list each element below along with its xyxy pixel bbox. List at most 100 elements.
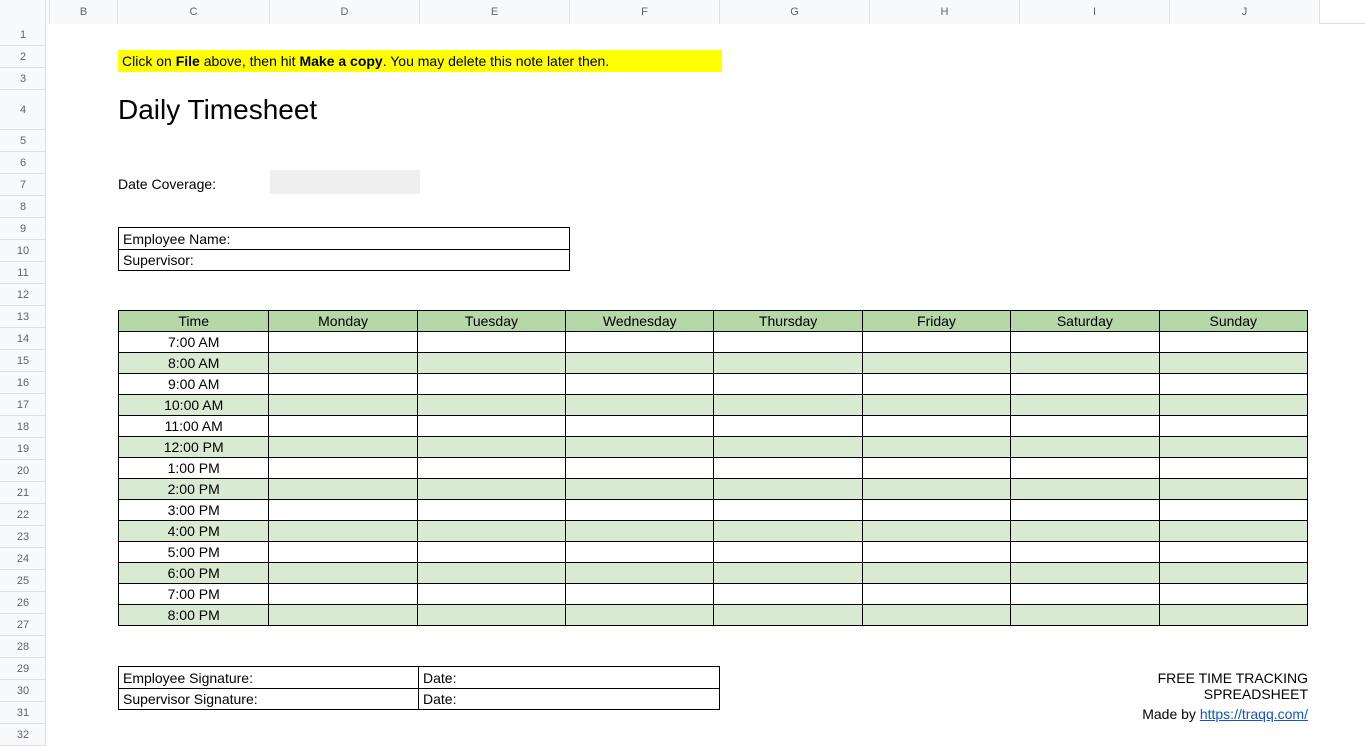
entry-cell[interactable] <box>269 542 417 563</box>
col-header-g[interactable]: G <box>720 0 870 24</box>
entry-cell[interactable] <box>1159 479 1307 500</box>
entry-cell[interactable] <box>269 521 417 542</box>
row-header-15[interactable]: 15 <box>0 350 46 372</box>
entry-cell[interactable] <box>1159 500 1307 521</box>
employee-name-row[interactable]: Employee Name: <box>119 228 569 249</box>
time-cell[interactable]: 6:00 PM <box>119 563 269 584</box>
entry-cell[interactable] <box>714 437 862 458</box>
employee-signature-label[interactable]: Employee Signature: <box>119 667 419 688</box>
entry-cell[interactable] <box>417 563 565 584</box>
entry-cell[interactable] <box>862 353 1010 374</box>
row-header-2[interactable]: 2 <box>0 46 46 68</box>
entry-cell[interactable] <box>417 374 565 395</box>
time-cell[interactable]: 7:00 AM <box>119 332 269 353</box>
entry-cell[interactable] <box>566 542 714 563</box>
entry-cell[interactable] <box>862 458 1010 479</box>
row-header-26[interactable]: 26 <box>0 592 46 614</box>
entry-cell[interactable] <box>269 500 417 521</box>
entry-cell[interactable] <box>566 605 714 626</box>
row-header-14[interactable]: 14 <box>0 328 46 350</box>
entry-cell[interactable] <box>1159 458 1307 479</box>
entry-cell[interactable] <box>714 521 862 542</box>
ts-header-sunday[interactable]: Sunday <box>1159 311 1307 332</box>
entry-cell[interactable] <box>417 353 565 374</box>
entry-cell[interactable] <box>417 521 565 542</box>
entry-cell[interactable] <box>269 479 417 500</box>
entry-cell[interactable] <box>862 500 1010 521</box>
entry-cell[interactable] <box>566 479 714 500</box>
entry-cell[interactable] <box>1011 437 1159 458</box>
time-cell[interactable]: 8:00 PM <box>119 605 269 626</box>
entry-cell[interactable] <box>269 416 417 437</box>
ts-header-saturday[interactable]: Saturday <box>1011 311 1159 332</box>
entry-cell[interactable] <box>269 353 417 374</box>
row-header-5[interactable]: 5 <box>0 130 46 152</box>
time-cell[interactable]: 2:00 PM <box>119 479 269 500</box>
row-header-29[interactable]: 29 <box>0 658 46 680</box>
entry-cell[interactable] <box>1159 395 1307 416</box>
row-header-19[interactable]: 19 <box>0 438 46 460</box>
entry-cell[interactable] <box>1159 332 1307 353</box>
entry-cell[interactable] <box>417 437 565 458</box>
row-header-24[interactable]: 24 <box>0 548 46 570</box>
footer-link[interactable]: https://traqq.com/ <box>1200 706 1308 722</box>
entry-cell[interactable] <box>862 521 1010 542</box>
entry-cell[interactable] <box>417 500 565 521</box>
entry-cell[interactable] <box>862 395 1010 416</box>
time-cell[interactable]: 8:00 AM <box>119 353 269 374</box>
entry-cell[interactable] <box>1011 479 1159 500</box>
entry-cell[interactable] <box>566 563 714 584</box>
grid-area[interactable]: Click on File above, then hit Make a cop… <box>46 24 1365 746</box>
entry-cell[interactable] <box>714 500 862 521</box>
row-header-10[interactable]: 10 <box>0 240 46 262</box>
entry-cell[interactable] <box>862 437 1010 458</box>
col-header-h[interactable]: H <box>870 0 1020 24</box>
entry-cell[interactable] <box>714 458 862 479</box>
col-header-d[interactable]: D <box>270 0 420 24</box>
entry-cell[interactable] <box>714 395 862 416</box>
entry-cell[interactable] <box>1011 353 1159 374</box>
entry-cell[interactable] <box>1159 542 1307 563</box>
entry-cell[interactable] <box>269 458 417 479</box>
entry-cell[interactable] <box>269 584 417 605</box>
row-header-3[interactable]: 3 <box>0 68 46 90</box>
entry-cell[interactable] <box>1011 563 1159 584</box>
col-header-b[interactable]: B <box>50 0 118 24</box>
supervisor-signature-date[interactable]: Date: <box>419 689 719 709</box>
time-cell[interactable]: 7:00 PM <box>119 584 269 605</box>
entry-cell[interactable] <box>417 416 565 437</box>
entry-cell[interactable] <box>417 584 565 605</box>
row-header-13[interactable]: 13 <box>0 306 46 328</box>
entry-cell[interactable] <box>566 416 714 437</box>
time-cell[interactable]: 4:00 PM <box>119 521 269 542</box>
entry-cell[interactable] <box>269 332 417 353</box>
row-header-16[interactable]: 16 <box>0 372 46 394</box>
time-cell[interactable]: 5:00 PM <box>119 542 269 563</box>
date-coverage-input[interactable] <box>270 170 420 194</box>
row-header-11[interactable]: 11 <box>0 262 46 284</box>
entry-cell[interactable] <box>1011 458 1159 479</box>
entry-cell[interactable] <box>1011 542 1159 563</box>
row-header-25[interactable]: 25 <box>0 570 46 592</box>
row-header-32[interactable]: 32 <box>0 724 46 746</box>
employee-signature-date[interactable]: Date: <box>419 667 719 688</box>
ts-header-wednesday[interactable]: Wednesday <box>566 311 714 332</box>
entry-cell[interactable] <box>1011 605 1159 626</box>
entry-cell[interactable] <box>862 563 1010 584</box>
entry-cell[interactable] <box>862 332 1010 353</box>
time-cell[interactable]: 12:00 PM <box>119 437 269 458</box>
entry-cell[interactable] <box>566 395 714 416</box>
entry-cell[interactable] <box>417 479 565 500</box>
entry-cell[interactable] <box>1159 353 1307 374</box>
entry-cell[interactable] <box>566 584 714 605</box>
row-header-9[interactable]: 9 <box>0 218 46 240</box>
entry-cell[interactable] <box>566 374 714 395</box>
entry-cell[interactable] <box>417 332 565 353</box>
entry-cell[interactable] <box>862 605 1010 626</box>
row-header-7[interactable]: 7 <box>0 174 46 196</box>
row-header-8[interactable]: 8 <box>0 196 46 218</box>
entry-cell[interactable] <box>1159 374 1307 395</box>
entry-cell[interactable] <box>566 521 714 542</box>
entry-cell[interactable] <box>714 563 862 584</box>
entry-cell[interactable] <box>566 332 714 353</box>
